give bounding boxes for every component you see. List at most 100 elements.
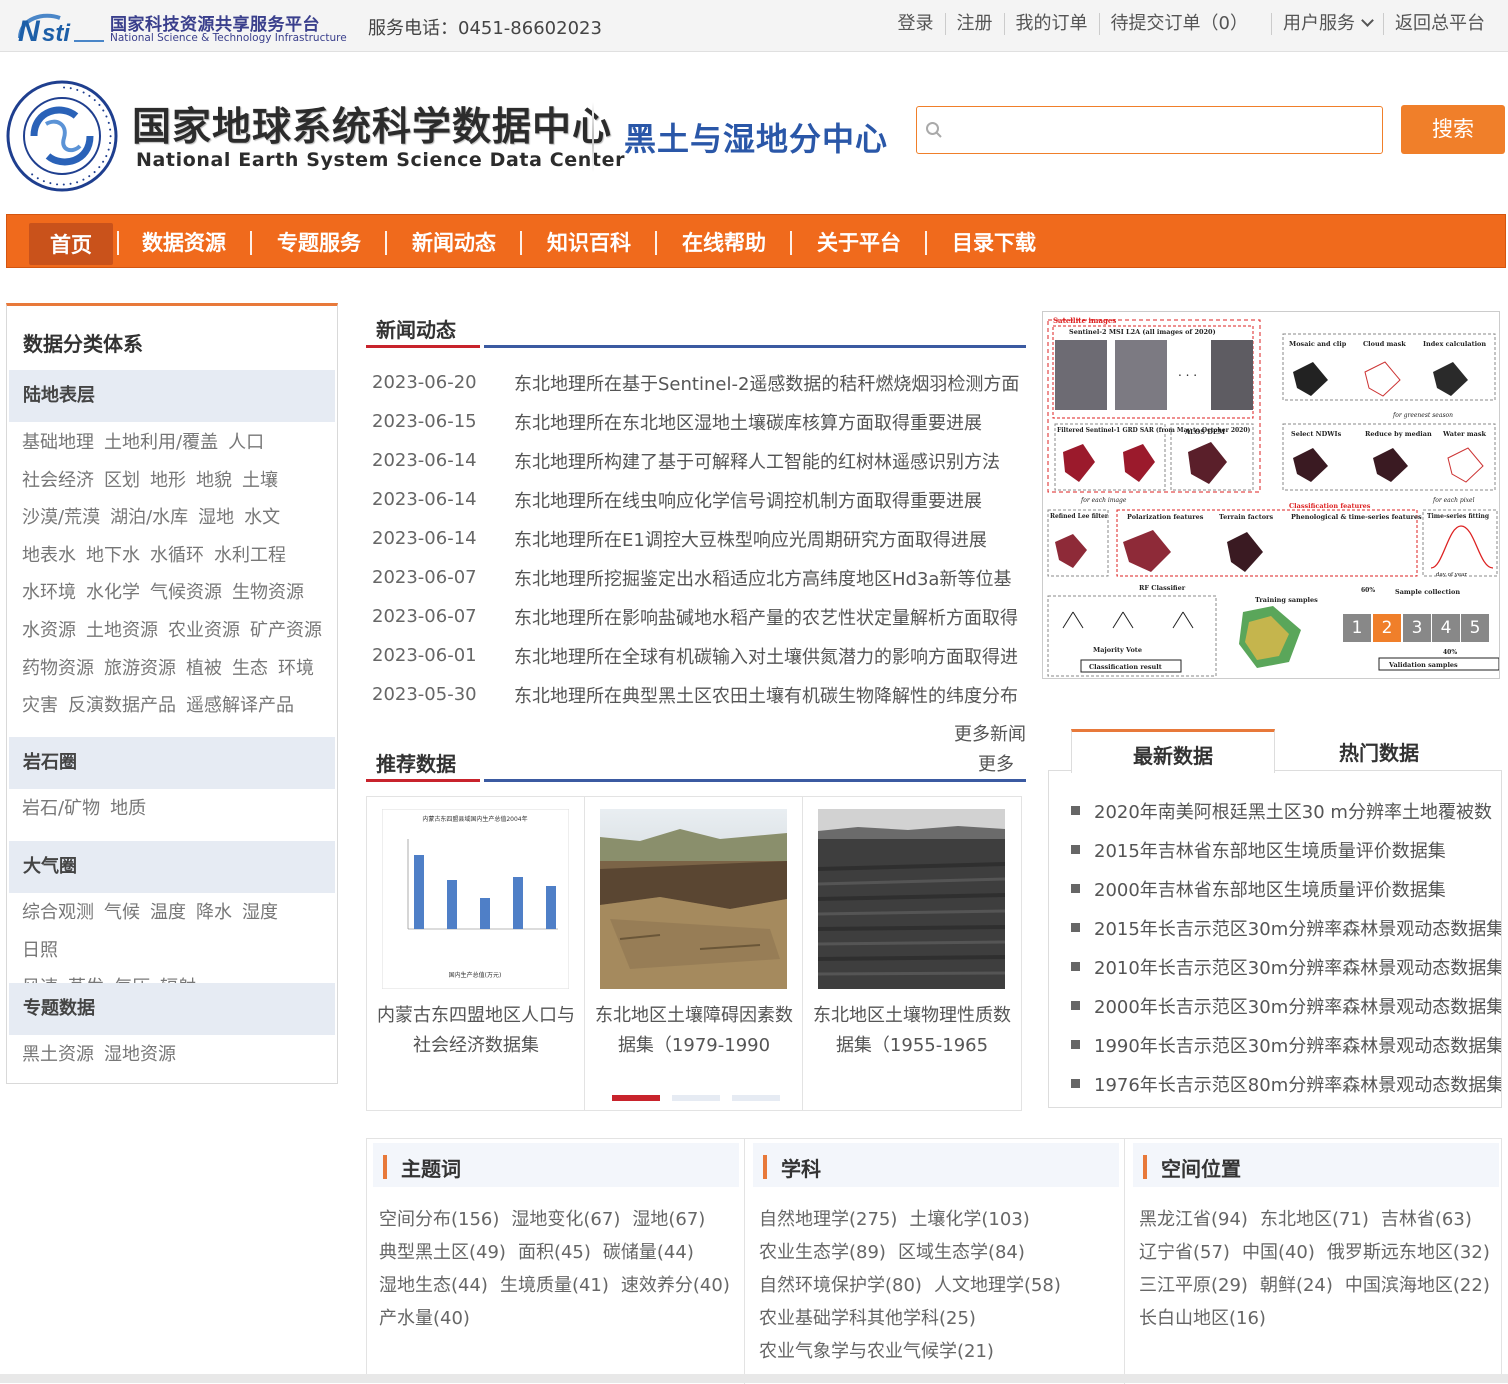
search-button[interactable]: 搜索 <box>1401 105 1505 154</box>
recommended-card[interactable]: 内蒙古东四盟县域国内生产总值2004年 国内生产总值(万元) 内蒙古东四盟地区人… <box>367 797 585 1110</box>
category-link[interactable]: 土地利用/覆盖 <box>104 432 218 453</box>
dataset-title[interactable]: 2015年长吉示范区30m分辨率森林景观动态数据集 <box>1094 915 1501 941</box>
data-list-item[interactable]: 2000年长吉示范区30m分辨率森林景观动态数据集 <box>1071 986 1501 1025</box>
category-head-atmosphere[interactable]: 大气圈 <box>9 841 335 893</box>
my-orders-link[interactable]: 我的订单 <box>1003 13 1099 35</box>
dataset-title[interactable]: 1976年长吉示范区80m分辨率森林景观动态数据集 <box>1094 1071 1501 1097</box>
category-link[interactable]: 水利工程 <box>214 545 286 566</box>
recommended-more-link[interactable]: 更多 <box>978 750 1014 776</box>
news-item[interactable]: 2023-06-07 东北地理所在影响盐碱地水稻产量的农艺性状定量解析方面取得 <box>372 597 1028 636</box>
news-headline[interactable]: 东北地理所在线虫响应化学信号调控机制方面取得重要进展 <box>514 487 1020 513</box>
facet-link[interactable]: 碳储量(44) <box>603 1236 694 1269</box>
category-link[interactable]: 水资源 <box>22 620 76 641</box>
data-list-item[interactable]: 2010年长吉示范区30m分辨率森林景观动态数据集 <box>1071 947 1501 986</box>
category-link[interactable]: 社会经济 <box>22 470 94 491</box>
category-link[interactable]: 黑土资源 <box>22 1044 94 1065</box>
data-list-item[interactable]: 2020年南美阿根廷黑土区30 m分辨率土地覆被数 <box>1071 791 1501 830</box>
news-item[interactable]: 2023-06-07 东北地理所挖掘鉴定出水稻适应北方高纬度地区Hd3a新等位基 <box>372 558 1028 597</box>
category-link[interactable]: 水循环 <box>150 545 204 566</box>
category-link[interactable]: 区划 <box>104 470 140 491</box>
news-headline[interactable]: 东北地理所在东北地区湿地土壤碳库核算方面取得重要进展 <box>514 409 1020 435</box>
news-item[interactable]: 2023-05-30 东北地理所在典型黑土区农田土壤有机碳生物降解性的纬度分布 <box>372 675 1028 714</box>
nav-knowledge[interactable]: 知识百科 <box>540 215 638 267</box>
news-item[interactable]: 2023-06-14 东北地理所在E1调控大豆株型响应光周期研究方面取得进展 <box>372 519 1028 558</box>
category-link[interactable]: 遥感解译产品 <box>186 695 294 716</box>
facet-link[interactable]: 长白山地区(16) <box>1139 1302 1266 1335</box>
carousel-dot-active[interactable] <box>612 1095 660 1101</box>
category-link[interactable]: 地表水 <box>22 545 76 566</box>
facet-link[interactable]: 农业基础学科其他学科(25) <box>759 1302 976 1335</box>
category-link[interactable]: 地下水 <box>86 545 140 566</box>
news-item[interactable]: 2023-06-01 东北地理所在全球有机碳输入对土壤供氮潜力的影响方面取得进 <box>372 636 1028 675</box>
category-link[interactable]: 生物资源 <box>232 582 304 603</box>
news-headline[interactable]: 东北地理所在E1调控大豆株型响应光周期研究方面取得进展 <box>514 526 1020 552</box>
tab-hot-data[interactable]: 热门数据 <box>1277 729 1481 773</box>
nav-online-help[interactable]: 在线帮助 <box>675 215 773 267</box>
facet-link[interactable]: 自然地理学(275) <box>759 1203 897 1236</box>
category-link[interactable]: 地形 <box>150 470 186 491</box>
carousel-page-2[interactable]: 2 <box>1373 614 1401 642</box>
category-link[interactable]: 生态 <box>232 658 268 679</box>
register-link[interactable]: 注册 <box>944 13 1004 35</box>
research-figure-carousel[interactable]: Satellite images Sentinel-2 MSI L2A (all… <box>1042 311 1500 679</box>
back-to-platform-link[interactable]: 返回总平台 <box>1383 13 1496 35</box>
category-link[interactable]: 水文 <box>244 507 280 528</box>
facet-link[interactable]: 湿地变化(67) <box>511 1203 620 1236</box>
tab-latest-data[interactable]: 最新数据 <box>1071 729 1275 773</box>
carousel-page-5[interactable]: 5 <box>1461 614 1489 642</box>
category-link[interactable]: 湖泊/水库 <box>110 507 188 528</box>
pending-orders-link[interactable]: 待提交订单（0） <box>1098 13 1259 35</box>
nav-data-resources[interactable]: 数据资源 <box>135 215 233 267</box>
facet-link[interactable]: 三江平原(29) <box>1139 1269 1248 1302</box>
category-link[interactable]: 湿度 <box>242 902 278 923</box>
category-link[interactable]: 旅游资源 <box>104 658 176 679</box>
facet-link[interactable]: 面积(45) <box>518 1236 591 1269</box>
category-link[interactable]: 综合观测 <box>22 902 94 923</box>
facet-link[interactable]: 中国(40) <box>1242 1236 1315 1269</box>
facet-link[interactable]: 朝鲜(24) <box>1260 1269 1333 1302</box>
category-link[interactable]: 土壤 <box>242 470 278 491</box>
card-thumbnail-photo[interactable] <box>600 809 787 989</box>
carousel-dot[interactable] <box>732 1095 780 1101</box>
category-head-land-surface[interactable]: 陆地表层 <box>9 370 335 422</box>
card-caption[interactable]: 东北地区土壤障碍因素数据集（1979-1990 <box>593 1001 795 1061</box>
category-link[interactable]: 温度 <box>150 902 186 923</box>
category-link[interactable]: 反演数据产品 <box>68 695 176 716</box>
search-input[interactable] <box>951 115 1371 145</box>
facet-link[interactable]: 吉林省(63) <box>1381 1203 1472 1236</box>
center-emblem-logo[interactable]: • • • • • • • • • • • • • • • • • • • • … <box>6 80 118 192</box>
facet-link[interactable]: 中国滨海地区(22) <box>1345 1269 1490 1302</box>
facet-link[interactable]: 湿地(67) <box>632 1203 705 1236</box>
news-headline[interactable]: 东北地理所在全球有机碳输入对土壤供氮潜力的影响方面取得进 <box>514 643 1020 669</box>
card-caption[interactable]: 东北地区土壤物理性质数据集（1955-1965 <box>811 1001 1013 1061</box>
dataset-title[interactable]: 2015年吉林省东部地区生境质量评价数据集 <box>1094 837 1446 863</box>
category-link[interactable]: 气候 <box>104 902 140 923</box>
login-link[interactable]: 登录 <box>887 13 945 35</box>
category-link[interactable]: 湿地 <box>198 507 234 528</box>
data-list-item[interactable]: 2015年长吉示范区30m分辨率森林景观动态数据集 <box>1071 908 1501 947</box>
carousel-page-1[interactable]: 1 <box>1343 614 1371 642</box>
nav-news[interactable]: 新闻动态 <box>405 215 503 267</box>
more-news-link[interactable]: 更多新闻 <box>954 720 1026 746</box>
facet-link[interactable]: 产水量(40) <box>379 1302 470 1335</box>
nav-home[interactable]: 首页 <box>29 223 113 265</box>
category-link[interactable]: 日照 <box>22 940 58 961</box>
facet-link[interactable]: 俄罗斯远东地区(32) <box>1327 1236 1490 1269</box>
news-headline[interactable]: 东北地理所挖掘鉴定出水稻适应北方高纬度地区Hd3a新等位基 <box>514 565 1020 591</box>
dataset-title[interactable]: 1990年长吉示范区30m分辨率森林景观动态数据集 <box>1094 1032 1501 1058</box>
facet-link[interactable]: 辽宁省(57) <box>1139 1236 1230 1269</box>
nav-topic-services[interactable]: 专题服务 <box>270 215 368 267</box>
category-link[interactable]: 水环境 <box>22 582 76 603</box>
category-link[interactable]: 水化学 <box>86 582 140 603</box>
category-head-topic-data[interactable]: 专题数据 <box>9 983 335 1035</box>
news-headline[interactable]: 东北地理所在典型黑土区农田土壤有机碳生物降解性的纬度分布 <box>514 682 1020 708</box>
category-link[interactable]: 矿产资源 <box>250 620 322 641</box>
recommended-card[interactable]: 东北地区土壤障碍因素数据集（1979-1990 <box>585 797 803 1110</box>
data-list-item[interactable]: 2000年吉林省东部地区生境质量评价数据集 <box>1071 869 1501 908</box>
news-item[interactable]: 2023-06-15 东北地理所在东北地区湿地土壤碳库核算方面取得重要进展 <box>372 402 1028 441</box>
dataset-title[interactable]: 2000年长吉示范区30m分辨率森林景观动态数据集 <box>1094 993 1501 1019</box>
category-link[interactable]: 农业资源 <box>168 620 240 641</box>
category-link[interactable]: 沙漠/荒漠 <box>22 507 100 528</box>
facet-link[interactable]: 农业气象学与农业气候学(21) <box>759 1335 994 1368</box>
category-link[interactable]: 人口 <box>228 432 264 453</box>
